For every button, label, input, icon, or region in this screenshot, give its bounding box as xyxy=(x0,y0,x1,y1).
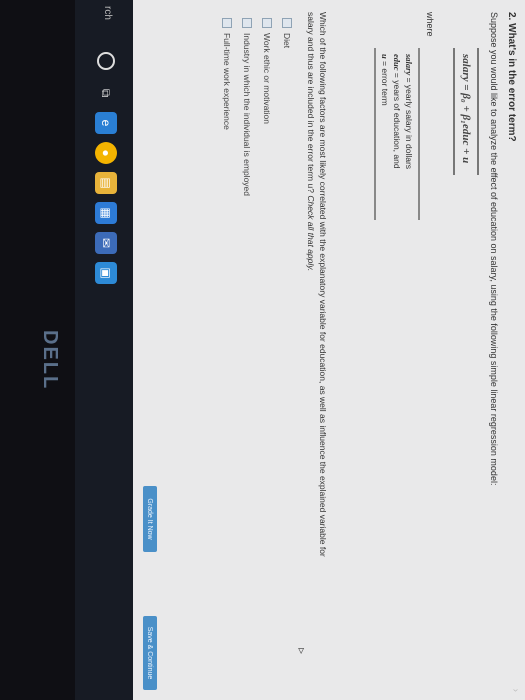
definition-educ: educ = years of education, and xyxy=(392,54,402,169)
chevron-icon[interactable]: › xyxy=(510,689,521,692)
variable-definitions: salary = yearly salary in dollars educ =… xyxy=(374,48,420,220)
where-label: where xyxy=(425,12,435,37)
dell-logo: DELL xyxy=(39,330,61,391)
checkbox[interactable] xyxy=(262,18,272,28)
option-experience[interactable]: Full-time work experience xyxy=(222,18,232,130)
grade-it-now-button[interactable]: Grade It Now xyxy=(143,486,157,552)
cortana-icon[interactable] xyxy=(97,52,115,70)
check-all-hint: Check all that apply. xyxy=(306,195,316,272)
question-intro: Suppose you would like to analyze the ef… xyxy=(489,12,499,486)
file-explorer-icon[interactable]: ▤ xyxy=(95,172,117,194)
option-industry[interactable]: Industry in which the individual is empl… xyxy=(242,18,252,196)
option-work-ethic[interactable]: Work ethic or motivation xyxy=(262,18,272,124)
checkbox[interactable] xyxy=(282,18,292,28)
definition-salary: salary = yearly salary in dollars xyxy=(404,54,414,170)
question-number: 2. xyxy=(506,12,517,21)
prompt-line-1: Which of the following factors are most … xyxy=(318,12,328,557)
checkbox[interactable] xyxy=(242,18,252,28)
mouse-cursor-icon: ▹ xyxy=(295,648,309,655)
definition-u: u = error term xyxy=(380,54,390,106)
search-box-fragment[interactable]: rch xyxy=(102,6,113,20)
rotated-display: › 2. What's in the error term? Suppose y… xyxy=(0,0,525,700)
browser-content: › 2. What's in the error term? Suppose y… xyxy=(133,0,525,700)
mail-icon[interactable]: ✉ xyxy=(95,232,117,254)
windows-taskbar: rch ⧉ e ● ▤ ▦ ✉ ▣ xyxy=(75,0,133,700)
checkbox[interactable] xyxy=(222,18,232,28)
photos-icon[interactable]: ▣ xyxy=(95,262,117,284)
monitor-bezel: DELL xyxy=(0,0,75,700)
task-view-icon[interactable]: ⧉ xyxy=(95,82,117,104)
photo-background: › 2. What's in the error term? Suppose y… xyxy=(0,0,525,700)
chrome-icon[interactable]: ● xyxy=(95,142,117,164)
regression-equation: salary = β₀ + β₁educ + u xyxy=(453,48,479,175)
equation-text: salary = β₀ + β₁educ + u xyxy=(460,54,472,164)
option-diet[interactable]: Diet xyxy=(282,18,292,48)
prompt-line-2: salary and thus are included in the erro… xyxy=(306,12,316,272)
save-continue-button[interactable]: Save & Continue xyxy=(143,616,157,690)
edge-icon[interactable]: e xyxy=(95,112,117,134)
question-title: What's in the error term? xyxy=(506,23,517,142)
store-icon[interactable]: ▦ xyxy=(95,202,117,224)
question-header: 2. What's in the error term? xyxy=(506,12,517,142)
